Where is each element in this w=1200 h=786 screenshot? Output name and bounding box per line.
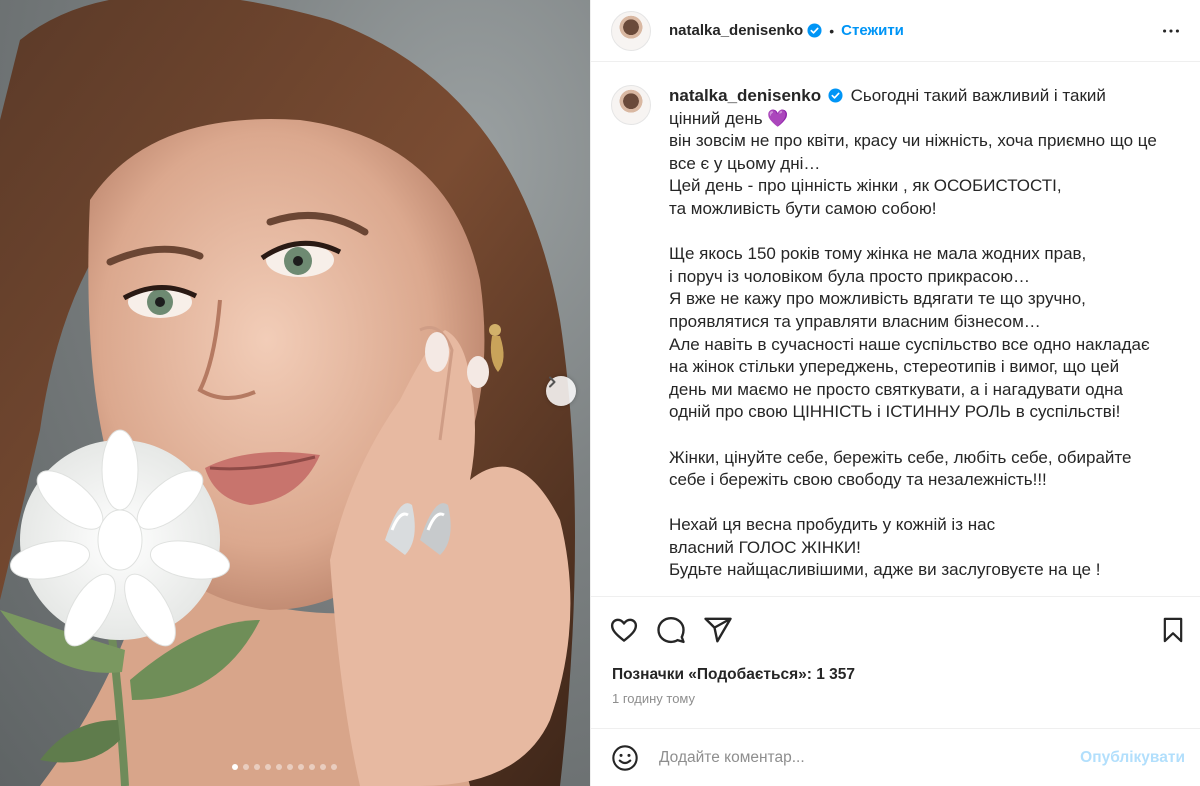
caption-line: Але навіть в сучасності наше суспільство…: [669, 334, 1150, 422]
post-photo[interactable]: [0, 0, 590, 786]
comment-button[interactable]: [656, 615, 686, 645]
more-horizontal-icon: [1163, 28, 1179, 33]
publish-button[interactable]: Опублікувати: [1080, 749, 1185, 767]
caption-line: Нехай ця весна пробудить у кожній із нас: [669, 515, 996, 535]
carousel-dot: [320, 764, 326, 770]
share-button[interactable]: [703, 615, 733, 645]
caption-line: і поруч із чоловіком була просто прикрас…: [669, 266, 1030, 286]
carousel-next-button[interactable]: [546, 376, 576, 406]
carousel-dot: [254, 764, 260, 770]
caption-line: Цей день - про цінність жінки , як ОСОБИ…: [669, 176, 1062, 196]
caption-line: та можливість бути самою собою!: [669, 198, 937, 218]
save-button[interactable]: [1159, 616, 1187, 644]
action-bar: [591, 598, 1200, 662]
carousel-dot: [298, 764, 304, 770]
carousel-dot: [331, 764, 337, 770]
caption-line: власний ГОЛОС ЖІНКИ!: [669, 537, 861, 557]
verified-badge-icon: [828, 88, 843, 103]
post-timestamp[interactable]: 1 годину тому: [612, 691, 695, 706]
header-separator: •: [829, 22, 835, 39]
verified-badge-icon: [807, 23, 822, 38]
caption-username[interactable]: natalka_denisenko: [669, 86, 821, 105]
comment-icon: [657, 616, 685, 644]
emoji-icon: [612, 744, 638, 771]
post-side-panel: natalka_denisenko • Стежити natalka_deni…: [590, 0, 1200, 786]
caption-line: Будьте найщасливішими, адже ви заслугову…: [669, 560, 1101, 580]
chevron-right-icon: [549, 376, 556, 388]
more-options-button[interactable]: [1160, 20, 1182, 42]
carousel-dot: [287, 764, 293, 770]
carousel-dot: [276, 764, 282, 770]
caption-line: проявлятися та управляти власним бізнесо…: [669, 311, 1041, 331]
caption-line: Я вже не кажу про можливість вдягати те …: [669, 289, 1086, 309]
carousel-dot: [243, 764, 249, 770]
carousel-dot: [232, 764, 238, 770]
likes-count[interactable]: Позначки «Подобається»: 1 357: [612, 666, 855, 684]
carousel-dot: [309, 764, 315, 770]
avatar[interactable]: [611, 10, 651, 51]
caption-section: natalka_denisenko Сьогодні такий важливи…: [591, 63, 1200, 597]
emoji-button[interactable]: [611, 744, 639, 772]
bookmark-icon: [1163, 617, 1183, 643]
share-icon: [704, 617, 732, 643]
carousel-dot: [265, 764, 271, 770]
heart-icon: [610, 618, 638, 642]
comment-composer: Опублікувати: [591, 728, 1200, 786]
post-caption: natalka_denisenko Сьогодні такий важливи…: [669, 85, 1159, 582]
follow-button[interactable]: Стежити: [841, 22, 904, 39]
post-header: natalka_denisenko • Стежити: [591, 0, 1200, 62]
header-username[interactable]: natalka_denisenko: [669, 22, 803, 39]
caption-line: він зовсім не про квіти, красу чи ніжніс…: [669, 131, 1157, 173]
comment-input[interactable]: [659, 748, 1081, 767]
caption-line: Ще якось 150 років тому жінка не мала жо…: [669, 244, 1087, 264]
portrait-image: [0, 0, 575, 786]
like-button[interactable]: [609, 615, 639, 645]
avatar[interactable]: [611, 85, 651, 125]
carousel-indicator: [232, 764, 337, 770]
caption-line: Жінки, цінуйте себе, бережіть себе, любі…: [669, 447, 1132, 490]
